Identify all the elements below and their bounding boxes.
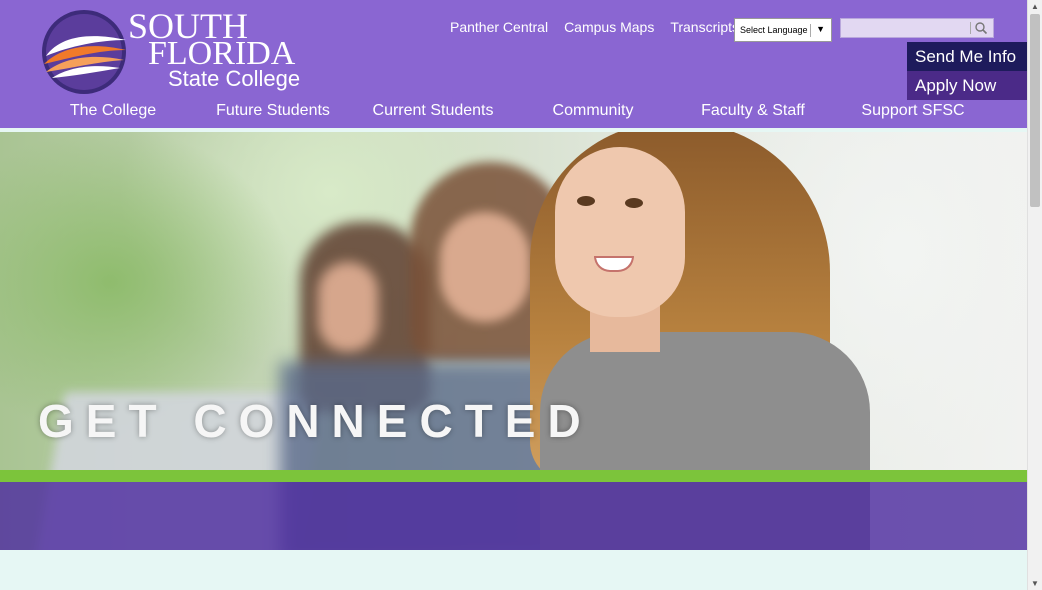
hero-background-student-face — [318, 262, 378, 352]
hero-student-eye-left — [577, 196, 595, 206]
logo-swirl-icon — [42, 10, 126, 94]
sfsc-logo[interactable]: SOUTH FLORIDA State College — [40, 6, 310, 96]
search-input[interactable] — [843, 20, 973, 38]
nav-future-students[interactable]: Future Students — [216, 102, 330, 120]
link-transcripts[interactable]: Transcripts — [670, 19, 739, 35]
nav-the-college[interactable]: The College — [70, 102, 156, 120]
language-select-label: Select Language — [740, 25, 808, 35]
scroll-thumb[interactable] — [1030, 14, 1040, 207]
logo-line-state-college: State College — [168, 66, 301, 91]
search-box[interactable] — [840, 18, 994, 38]
nav-support-sfsc[interactable]: Support SFSC — [861, 102, 964, 120]
chevron-down-icon: ▼ — [816, 24, 825, 34]
page-scrollbar[interactable]: ▲ ▼ — [1027, 0, 1042, 590]
nav-community[interactable]: Community — [553, 102, 634, 120]
hero-student-eye-right — [625, 198, 643, 208]
hero-banner: GET CONNECTED — [0, 132, 1027, 550]
scroll-up-icon[interactable]: ▲ — [1031, 2, 1039, 11]
main-nav: The College Future Students Current Stud… — [0, 102, 1027, 126]
scroll-down-icon[interactable]: ▼ — [1031, 579, 1039, 588]
utility-links: Panther Central Campus Maps Transcripts — [450, 19, 755, 35]
send-me-info-button[interactable]: Send Me Info — [907, 42, 1027, 71]
hero-green-stripe — [0, 470, 1027, 482]
nav-current-students[interactable]: Current Students — [373, 102, 494, 120]
search-icon[interactable] — [974, 20, 988, 36]
hero-purple-band — [0, 482, 1027, 550]
language-select[interactable]: Select Language ▼ — [734, 18, 832, 42]
hero-student-face — [555, 147, 685, 317]
language-select-divider — [810, 24, 811, 37]
link-panther-central[interactable]: Panther Central — [450, 19, 548, 35]
hero-background-student-male-face — [440, 212, 530, 322]
link-campus-maps[interactable]: Campus Maps — [564, 19, 654, 35]
content-area — [0, 550, 1027, 590]
search-divider — [970, 22, 971, 34]
hero-headline: GET CONNECTED — [38, 395, 593, 447]
page: SOUTH FLORIDA State College Panther Cent… — [0, 0, 1027, 590]
nav-faculty-staff[interactable]: Faculty & Staff — [701, 102, 805, 120]
apply-now-button[interactable]: Apply Now — [907, 71, 1027, 100]
site-header: SOUTH FLORIDA State College Panther Cent… — [0, 0, 1027, 128]
